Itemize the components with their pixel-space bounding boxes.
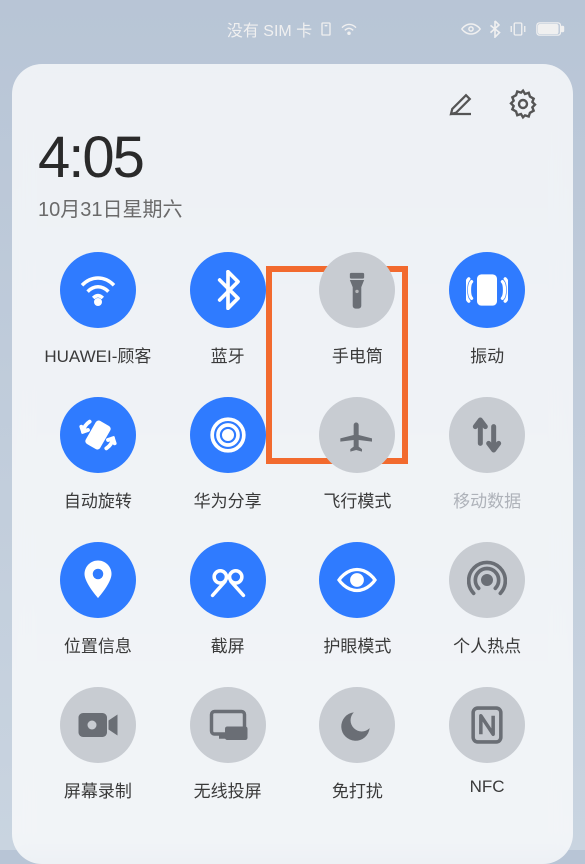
tile-label: 无线投屏: [194, 777, 262, 802]
tile-label: 截屏: [211, 632, 245, 657]
cast-icon: [190, 687, 266, 763]
bluetooth-icon: [190, 252, 266, 328]
settings-button[interactable]: [505, 86, 541, 122]
tile-label: NFC: [470, 777, 505, 797]
tile-label: 华为分享: [194, 487, 262, 512]
qs-tile-rotate[interactable]: 自动旋转: [38, 397, 158, 512]
status-bar: 没有 SIM 卡: [0, 0, 585, 54]
record-icon: [60, 687, 136, 763]
wifi-status-icon: [340, 22, 358, 36]
qs-tile-flashlight[interactable]: 手电筒: [298, 252, 418, 367]
qs-tile-screenshot[interactable]: 截屏: [168, 542, 288, 657]
tile-label: 移动数据: [453, 487, 521, 512]
share-icon: [190, 397, 266, 473]
wifi-icon: [60, 252, 136, 328]
vibrate-icon: [449, 252, 525, 328]
tile-label: 个人热点: [453, 632, 521, 657]
date-text: 10月31日星期六: [38, 193, 547, 222]
screenshot-icon: [190, 542, 266, 618]
flashlight-icon: [319, 252, 395, 328]
qs-tile-wifi[interactable]: HUAWEI-顾客: [38, 252, 158, 367]
qs-tile-location[interactable]: 位置信息: [38, 542, 158, 657]
tile-label: 免打扰: [332, 777, 383, 802]
bluetooth-status-icon: [489, 20, 501, 38]
tile-label: 屏幕录制: [64, 777, 132, 802]
eye-status-icon: [461, 22, 481, 36]
airplane-icon: [319, 397, 395, 473]
location-icon: [60, 542, 136, 618]
qs-tile-cast[interactable]: 无线投屏: [168, 687, 288, 802]
qs-tile-hotspot[interactable]: 个人热点: [427, 542, 547, 657]
battery-status-icon: [535, 22, 565, 36]
eyecare-icon: [319, 542, 395, 618]
sim-card-icon: [318, 21, 334, 37]
qs-tile-share[interactable]: 华为分享: [168, 397, 288, 512]
tile-label: 位置信息: [64, 632, 132, 657]
qs-tile-eyecare[interactable]: 护眼模式: [298, 542, 418, 657]
qs-tile-dnd[interactable]: 免打扰: [298, 687, 418, 802]
tile-label: 飞行模式: [323, 487, 391, 512]
tile-label: 振动: [470, 342, 504, 367]
tile-label: 蓝牙: [211, 342, 245, 367]
quick-settings-grid: HUAWEI-顾客 蓝牙 手电筒 振动自动旋转 华为分享 飞行模式 移动数据位置信息 截屏 护眼…: [38, 252, 547, 802]
rotate-icon: [60, 397, 136, 473]
qs-tile-nfc[interactable]: NFC: [427, 687, 547, 802]
clock-time: 4:05: [38, 124, 547, 191]
qs-tile-vibrate[interactable]: 振动: [427, 252, 547, 367]
qs-tile-airplane[interactable]: 飞行模式: [298, 397, 418, 512]
qs-tile-mobiledata[interactable]: 移动数据: [427, 397, 547, 512]
dnd-icon: [319, 687, 395, 763]
nfc-icon: [449, 687, 525, 763]
tile-label: 护眼模式: [323, 632, 391, 657]
qs-tile-record[interactable]: 屏幕录制: [38, 687, 158, 802]
quick-settings-panel: 4:05 10月31日星期六 HUAWEI-顾客 蓝牙 手电筒 振动自动旋转 华为分享 飞…: [12, 64, 573, 864]
qs-tile-bluetooth[interactable]: 蓝牙: [168, 252, 288, 367]
hotspot-icon: [449, 542, 525, 618]
vibrate-status-icon: [509, 21, 527, 37]
mobiledata-icon: [449, 397, 525, 473]
tile-label: HUAWEI-顾客: [44, 342, 151, 367]
tile-label: 手电筒: [332, 342, 383, 367]
edit-button[interactable]: [443, 86, 479, 122]
sim-status-text: 没有 SIM 卡: [227, 17, 312, 41]
tile-label: 自动旋转: [64, 487, 132, 512]
